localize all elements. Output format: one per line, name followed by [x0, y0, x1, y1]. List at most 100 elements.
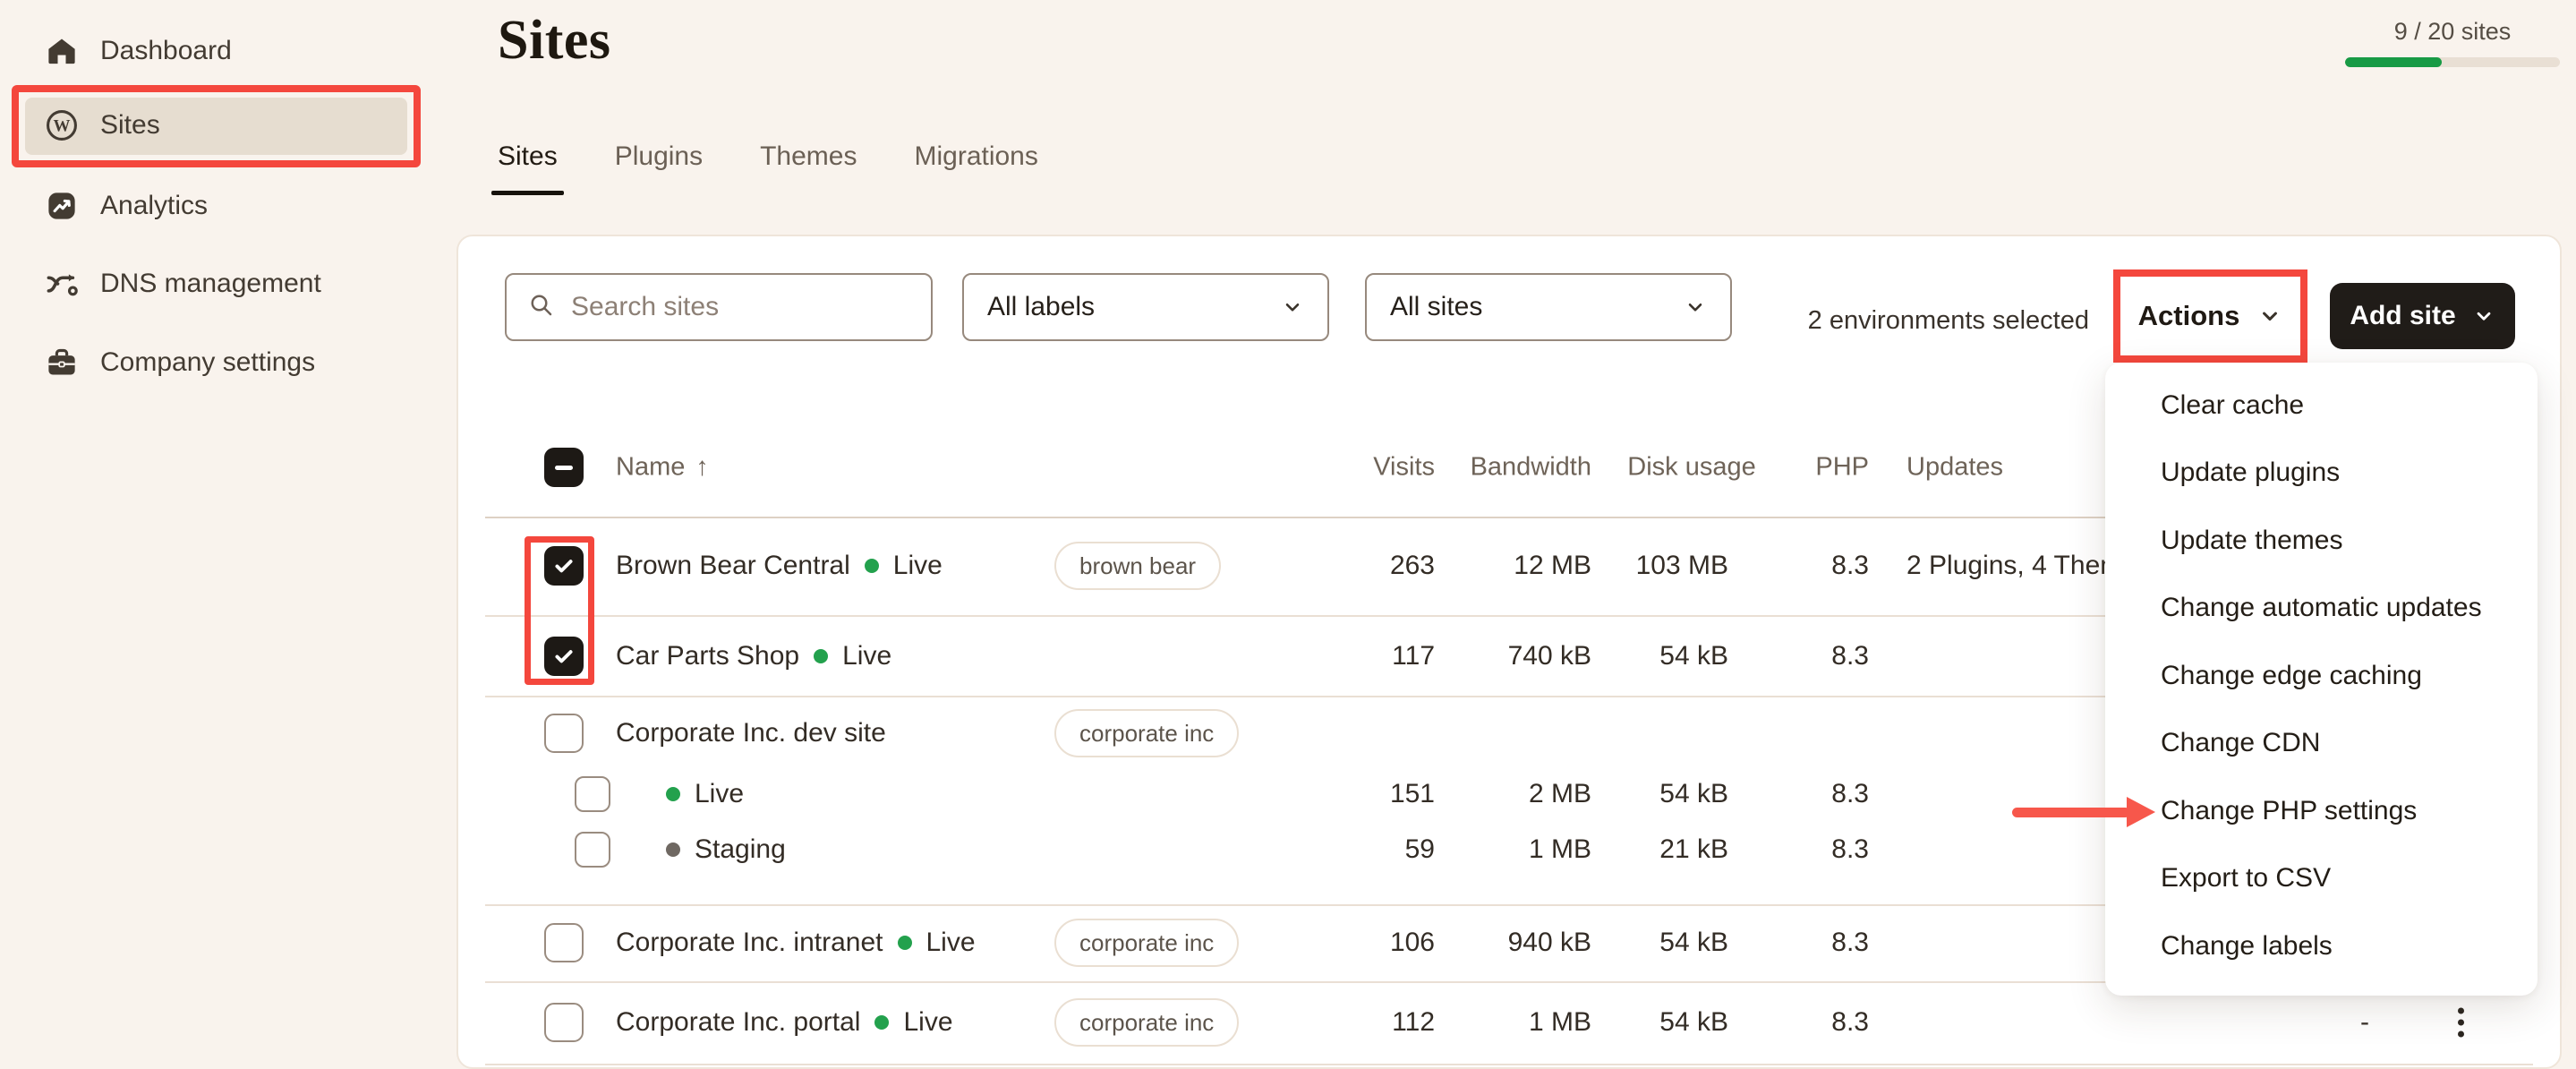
site-label-tag: corporate inc — [1054, 998, 1240, 1047]
actions-button[interactable]: Actions — [2138, 300, 2283, 332]
kebab-menu-icon[interactable] — [2451, 1001, 2471, 1045]
site-name[interactable]: Corporate Inc. dev site — [616, 718, 886, 748]
php-version-value: 8.3 — [1831, 779, 1869, 808]
sidebar-item-label: Company settings — [100, 347, 316, 377]
disk-usage-value: 21 kB — [1659, 834, 1728, 864]
column-header-name[interactable]: Name ↑ — [616, 453, 709, 483]
disk-usage-value: 54 kB — [1659, 1007, 1728, 1037]
home-icon — [45, 34, 79, 68]
tab-migrations[interactable]: Migrations — [914, 141, 1037, 195]
row-checkbox-unchecked[interactable] — [544, 1003, 584, 1042]
bandwidth-value: 2 MB — [1528, 779, 1591, 808]
bandwidth-value: 1 MB — [1528, 834, 1591, 864]
sidebar-item-sites[interactable]: W Sites — [45, 97, 160, 154]
php-version-value: 8.3 — [1831, 928, 1869, 957]
menu-item-update-themes[interactable]: Update themes — [2105, 507, 2538, 575]
sidebar-item-dashboard[interactable]: Dashboard — [45, 22, 232, 80]
bandwidth-value: 940 kB — [1507, 928, 1591, 957]
bandwidth-value: 12 MB — [1514, 551, 1591, 580]
sidebar-item-label: Dashboard — [100, 36, 232, 65]
disk-usage-value: 54 kB — [1659, 928, 1728, 957]
sites-filter-value: All sites — [1390, 292, 1483, 321]
labels-filter-select[interactable]: All labels — [962, 273, 1329, 341]
column-header-visits[interactable]: Visits — [1373, 453, 1435, 483]
visits-value: 59 — [1404, 834, 1435, 864]
tab-themes[interactable]: Themes — [760, 141, 857, 195]
visits-value: 151 — [1389, 779, 1435, 808]
add-site-button[interactable]: Add site — [2330, 283, 2515, 349]
menu-item-export-to-csv[interactable]: Export to CSV — [2105, 845, 2538, 913]
annotation-box-actions: Actions — [2113, 269, 2307, 363]
site-name[interactable]: Corporate Inc. portal — [616, 1007, 860, 1038]
row-checkbox-unchecked[interactable] — [544, 714, 584, 753]
usage-label: 9 / 20 sites — [2393, 18, 2512, 45]
visits-value: 263 — [1389, 551, 1435, 580]
svg-text:W: W — [54, 117, 71, 136]
sidebar: Dashboard W Sites Analytics DNS manageme… — [0, 0, 452, 1067]
column-header-php[interactable]: PHP — [1815, 453, 1869, 483]
tab-sites[interactable]: Sites — [491, 141, 564, 195]
site-name[interactable]: Car Parts Shop — [616, 641, 799, 671]
sites-filter-select[interactable]: All sites — [1365, 273, 1732, 341]
live-status-dot — [874, 1015, 890, 1030]
search-input[interactable] — [571, 292, 909, 322]
disk-usage-value: 103 MB — [1635, 551, 1728, 580]
sites-usage: 9 / 20 sites — [2345, 18, 2560, 67]
menu-item-change-php-settings[interactable]: Change PHP settings — [2105, 777, 2538, 845]
sidebar-item-analytics[interactable]: Analytics — [45, 177, 208, 235]
php-version-value: 8.3 — [1831, 1007, 1869, 1037]
annotation-arrow — [2012, 808, 2130, 817]
site-name[interactable]: Brown Bear Central — [616, 551, 850, 581]
environment-label[interactable]: Live — [695, 779, 744, 809]
sidebar-item-label: DNS management — [100, 269, 321, 298]
dns-icon — [45, 267, 79, 301]
row-checkbox-unchecked[interactable] — [544, 923, 584, 962]
environment-label: Live — [842, 641, 892, 671]
actions-button-label: Actions — [2137, 300, 2240, 331]
updates-value: - — [2360, 1007, 2369, 1037]
column-header-updates[interactable]: Updates — [1906, 453, 2003, 483]
actions-menu: Clear cache Update plugins Update themes… — [2105, 363, 2538, 996]
menu-item-change-cdn[interactable]: Change CDN — [2105, 710, 2538, 778]
labels-filter-value: All labels — [987, 292, 1096, 321]
menu-item-change-automatic-updates[interactable]: Change automatic updates — [2105, 575, 2538, 643]
bandwidth-value: 1 MB — [1528, 1007, 1591, 1037]
wordpress-icon: W — [45, 108, 79, 142]
menu-item-change-edge-caching[interactable]: Change edge caching — [2105, 642, 2538, 710]
sidebar-item-label: Sites — [100, 110, 160, 140]
chevron-down-icon — [2257, 304, 2282, 329]
live-status-dot — [814, 649, 829, 663]
search-box — [505, 273, 933, 341]
site-name[interactable]: Corporate Inc. intranet — [616, 928, 883, 958]
tab-bar: Sites Plugins Themes Migrations — [491, 141, 1038, 195]
environment-label: Live — [925, 928, 976, 957]
chevron-down-icon — [2472, 304, 2495, 328]
environment-label: Live — [903, 1007, 953, 1037]
menu-item-update-plugins[interactable]: Update plugins — [2105, 440, 2538, 508]
sidebar-item-dns[interactable]: DNS management — [45, 255, 321, 312]
briefcase-icon — [45, 346, 79, 380]
analytics-icon — [45, 189, 79, 223]
environment-label[interactable]: Staging — [695, 834, 786, 865]
sidebar-item-company-settings[interactable]: Company settings — [45, 334, 315, 391]
php-version-value: 8.3 — [1831, 834, 1869, 864]
menu-item-clear-cache[interactable]: Clear cache — [2105, 372, 2538, 440]
visits-value: 112 — [1392, 1007, 1435, 1037]
disk-usage-value: 54 kB — [1659, 779, 1728, 808]
site-label-tag: brown bear — [1054, 542, 1222, 590]
column-header-disk-usage[interactable]: Disk usage — [1625, 449, 1759, 484]
chevron-down-icon — [1684, 295, 1707, 319]
add-site-button-label: Add site — [2350, 301, 2456, 330]
menu-item-change-labels[interactable]: Change labels — [2105, 912, 2538, 980]
row-checkbox-unchecked[interactable] — [575, 832, 610, 868]
usage-progress-fill — [2345, 57, 2442, 67]
select-all-checkbox[interactable] — [544, 448, 584, 487]
sort-ascending-icon: ↑ — [695, 452, 709, 482]
php-version-value: 8.3 — [1831, 641, 1869, 671]
row-checkbox-unchecked[interactable] — [575, 776, 610, 812]
tab-plugins[interactable]: Plugins — [615, 141, 703, 195]
site-label-tag: corporate inc — [1054, 709, 1240, 757]
column-header-bandwidth[interactable]: Bandwidth — [1471, 453, 1591, 483]
environment-label: Live — [892, 551, 943, 580]
php-version-value: 8.3 — [1831, 551, 1869, 580]
